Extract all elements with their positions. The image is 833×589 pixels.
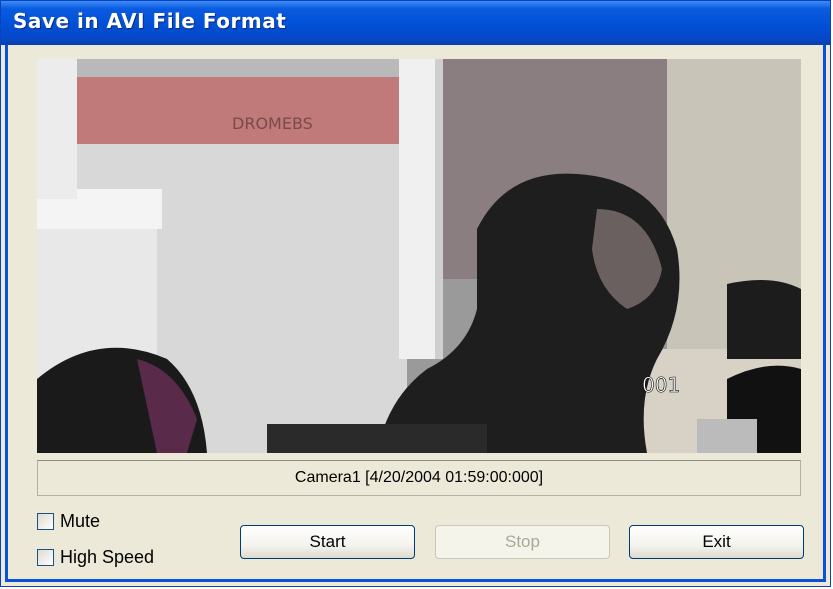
title-bar[interactable]: Save in AVI File Format	[1, 1, 830, 45]
mute-label: Mute	[60, 511, 101, 531]
stop-button[interactable]: Stop	[435, 525, 610, 559]
wall-sign-text: DROMEBS	[232, 114, 313, 133]
window-title: Save in AVI File Format	[13, 9, 287, 33]
camera-overlay-number: 001	[642, 373, 680, 397]
high-speed-label: High Speed	[60, 547, 155, 567]
save-avi-dialog: Save in AVI File Format DROMEBS 001 Came…	[0, 0, 831, 587]
video-preview: DROMEBS 001	[37, 59, 801, 453]
high-speed-checkbox[interactable]	[37, 549, 54, 566]
start-button[interactable]: Start	[240, 525, 415, 559]
camera-caption-bar: Camera1 [4/20/2004 01:59:00:000]	[37, 460, 801, 496]
high-speed-option[interactable]: High Speed	[37, 547, 154, 568]
exit-button[interactable]: Exit	[629, 525, 804, 559]
video-frame-image: DROMEBS 001	[37, 59, 801, 453]
mute-option[interactable]: Mute	[37, 511, 100, 532]
mute-checkbox[interactable]	[37, 513, 54, 530]
camera-caption-text: Camera1 [4/20/2004 01:59:00:000]	[294, 469, 544, 486]
